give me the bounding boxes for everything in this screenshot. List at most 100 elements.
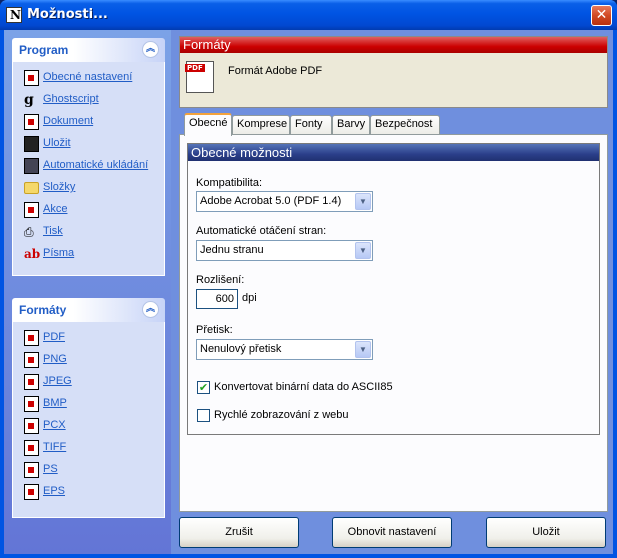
sidebar-item-label: Obecné nastavení bbox=[43, 71, 133, 83]
compatibility-label: Kompatibilita: bbox=[196, 177, 263, 189]
ghostscript-icon: g bbox=[24, 92, 34, 108]
sidebar-item-tiff[interactable]: TIFF bbox=[13, 438, 164, 460]
pcx-file-icon bbox=[24, 418, 39, 434]
sidebar-item-label: Dokument bbox=[43, 115, 94, 127]
auto-rotate-value: Jednu stranu bbox=[200, 244, 264, 256]
autosave-icon bbox=[24, 158, 39, 174]
save-button[interactable]: Uložit bbox=[486, 517, 606, 548]
program-panel-body: Obecné nastavení g Ghostscript Dokument … bbox=[12, 62, 165, 276]
program-panel-header[interactable]: Program ︽ bbox=[12, 38, 165, 62]
sidebar-item-label: PDF bbox=[43, 331, 65, 343]
app-icon: N bbox=[6, 7, 22, 23]
jpeg-file-icon bbox=[24, 374, 39, 390]
program-panel: Program ︽ Obecné nastavení g Ghostscript… bbox=[12, 38, 165, 276]
convert-ascii85-checkbox[interactable]: ✔ bbox=[197, 381, 210, 394]
sidebar-item-jpeg[interactable]: JPEG bbox=[13, 372, 164, 394]
sidebar-item-label: Písma bbox=[43, 247, 75, 259]
pdf-file-icon bbox=[24, 330, 39, 346]
fast-web-view-label: Rychlé zobrazování z webu bbox=[214, 409, 349, 421]
sidebar-item-label: PNG bbox=[43, 353, 67, 365]
window-title: Možnosti... bbox=[27, 7, 108, 22]
tab-colors[interactable]: Barvy bbox=[332, 115, 370, 135]
sidebar-item-fonts[interactable]: ab Písma bbox=[13, 244, 164, 266]
sidebar-item-label: Automatické ukládání bbox=[43, 159, 149, 171]
sidebar-item-label: Ghostscript bbox=[43, 93, 99, 105]
formats-panel-title: Formáty bbox=[19, 303, 67, 317]
cancel-button[interactable]: Zrušit bbox=[179, 517, 299, 548]
program-panel-title: Program bbox=[19, 43, 69, 57]
title-bar[interactable]: N Možnosti... ✕ bbox=[0, 0, 617, 30]
sidebar-item-label: PCX bbox=[43, 419, 66, 431]
pdf-document-icon bbox=[185, 61, 214, 93]
options-window: N Možnosti... ✕ Program ︽ Obecné nastave… bbox=[0, 0, 617, 558]
formats-panel-body: PDF PNG JPEG BMP PCX TIFF PS EPS bbox=[12, 322, 165, 518]
sidebar-item-print[interactable]: ⎙ Tisk bbox=[13, 222, 164, 244]
sidebar-item-label: Tisk bbox=[43, 225, 63, 237]
chevron-down-icon[interactable]: ▼ bbox=[355, 242, 371, 259]
sidebar-item-label: Akce bbox=[43, 203, 68, 215]
general-options-group: Obecné možnosti Kompatibilita: Adobe Acr… bbox=[187, 143, 600, 435]
sidebar-item-folders[interactable]: Složky bbox=[13, 178, 164, 200]
sidebar-item-actions[interactable]: Akce bbox=[13, 200, 164, 222]
formats-panel-header[interactable]: Formáty ︽ bbox=[12, 298, 165, 322]
format-name: Formát Adobe PDF bbox=[228, 65, 323, 77]
resolution-input[interactable]: 600 bbox=[196, 289, 238, 309]
collapse-chevron-icon[interactable]: ︽ bbox=[142, 41, 159, 58]
sidebar-item-save[interactable]: Uložit bbox=[13, 134, 164, 156]
sidebar-item-autosave[interactable]: Automatické ukládání bbox=[13, 156, 164, 178]
sidebar-item-label: Složky bbox=[43, 181, 76, 193]
tab-compression[interactable]: Komprese bbox=[232, 115, 290, 135]
collapse-chevron-icon[interactable]: ︽ bbox=[142, 301, 159, 318]
chevron-down-icon[interactable]: ▼ bbox=[355, 341, 371, 358]
formats-panel: Formáty ︽ PDF PNG JPEG BMP PCX TIFF PS E… bbox=[12, 298, 165, 518]
overprint-value: Nenulový přetisk bbox=[200, 343, 282, 355]
sidebar-item-label: PS bbox=[43, 463, 58, 475]
reset-settings-button[interactable]: Obnovit nastavení bbox=[332, 517, 452, 548]
general-settings-icon bbox=[24, 70, 39, 86]
png-file-icon bbox=[24, 352, 39, 368]
sidebar-item-document[interactable]: Dokument bbox=[13, 112, 164, 134]
actions-icon bbox=[24, 202, 39, 218]
overprint-select[interactable]: Nenulový přetisk ▼ bbox=[196, 339, 373, 360]
resolution-unit: dpi bbox=[242, 292, 257, 304]
sidebar-item-label: Uložit bbox=[43, 137, 71, 149]
printer-icon: ⎙ bbox=[24, 225, 34, 239]
close-button[interactable]: ✕ bbox=[591, 5, 612, 26]
bmp-file-icon bbox=[24, 396, 39, 412]
chevron-down-icon[interactable]: ▼ bbox=[355, 193, 371, 210]
sidebar-item-eps[interactable]: EPS bbox=[13, 482, 164, 504]
format-header: Formáty Formát Adobe PDF bbox=[179, 36, 608, 108]
tab-security[interactable]: Bezpečnost bbox=[370, 115, 440, 135]
compatibility-select[interactable]: Adobe Acrobat 5.0 (PDF 1.4) ▼ bbox=[196, 191, 373, 212]
sidebar-item-label: EPS bbox=[43, 485, 66, 497]
folder-icon bbox=[24, 182, 39, 194]
fonts-icon: ab bbox=[24, 247, 41, 261]
format-header-title: Formáty bbox=[180, 37, 607, 53]
sidebar-item-bmp[interactable]: BMP bbox=[13, 394, 164, 416]
sidebar-item-pcx[interactable]: PCX bbox=[13, 416, 164, 438]
auto-rotate-select[interactable]: Jednu stranu ▼ bbox=[196, 240, 373, 261]
resolution-label: Rozlišení: bbox=[196, 274, 245, 286]
eps-file-icon bbox=[24, 484, 39, 500]
ps-file-icon bbox=[24, 462, 39, 478]
sidebar-item-png[interactable]: PNG bbox=[13, 350, 164, 372]
tab-general[interactable]: Obecné bbox=[184, 113, 232, 136]
sidebar-item-label: BMP bbox=[43, 397, 67, 409]
tab-fonts[interactable]: Fonty bbox=[290, 115, 332, 135]
sidebar-item-label: TIFF bbox=[43, 441, 67, 453]
convert-ascii85-label: Konvertovat binární data do ASCII85 bbox=[214, 381, 393, 393]
overprint-label: Přetisk: bbox=[196, 324, 233, 336]
group-title: Obecné možnosti bbox=[188, 144, 599, 161]
sidebar-item-general[interactable]: Obecné nastavení bbox=[13, 68, 164, 90]
auto-rotate-label: Automatické otáčení stran: bbox=[196, 225, 327, 237]
sidebar-item-ghostscript[interactable]: g Ghostscript bbox=[13, 90, 164, 112]
document-icon bbox=[24, 114, 39, 130]
sidebar-item-ps[interactable]: PS bbox=[13, 460, 164, 482]
sidebar-item-pdf[interactable]: PDF bbox=[13, 328, 164, 350]
fast-web-view-checkbox[interactable] bbox=[197, 409, 210, 422]
main-area: Formáty Formát Adobe PDF Obecné Komprese… bbox=[179, 36, 608, 512]
compatibility-value: Adobe Acrobat 5.0 (PDF 1.4) bbox=[200, 195, 342, 207]
client-area: Program ︽ Obecné nastavení g Ghostscript… bbox=[4, 30, 613, 554]
tab-content: Obecné možnosti Kompatibilita: Adobe Acr… bbox=[179, 134, 608, 512]
tiff-file-icon bbox=[24, 440, 39, 456]
